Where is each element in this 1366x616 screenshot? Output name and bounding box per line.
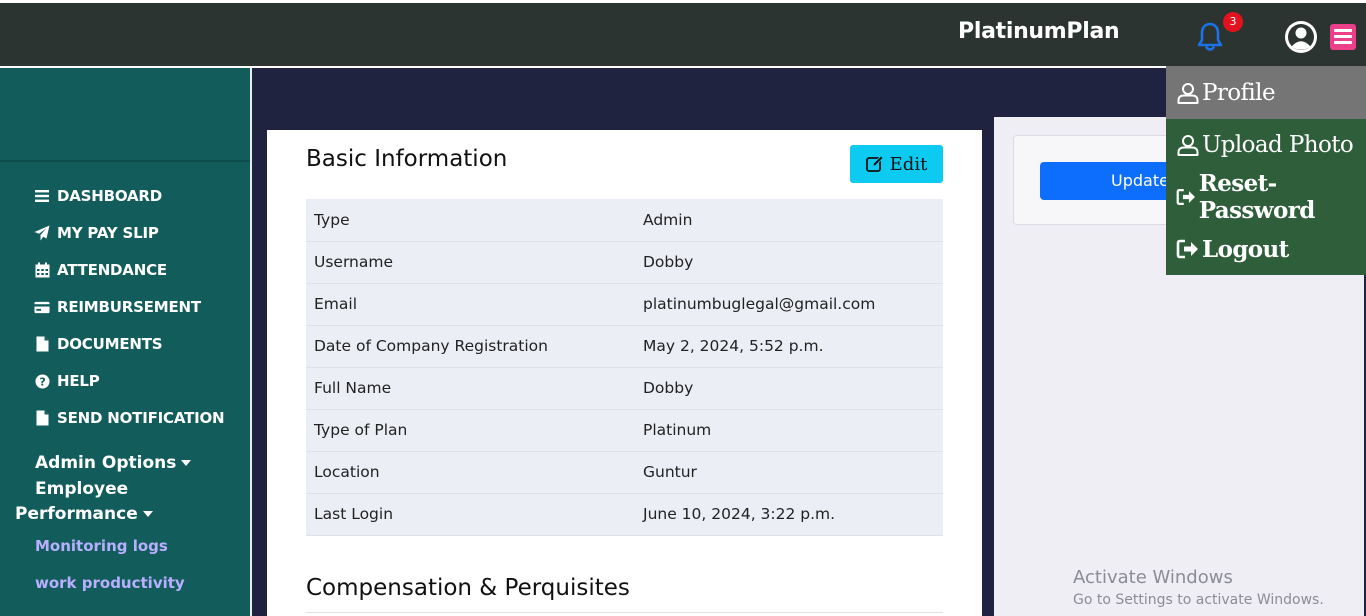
row-value: Guntur [625, 451, 943, 494]
watermark-title: Activate Windows [1073, 567, 1233, 588]
row-label: Email [306, 283, 625, 326]
row-value: May 2, 2024, 5:52 p.m. [625, 325, 943, 368]
row-value: Platinum [625, 409, 943, 452]
compensation-title: Compensation & Perquisites [306, 575, 630, 601]
sign-out-icon [1176, 239, 1198, 259]
row-value: Admin [625, 199, 943, 242]
table-row: Date of Company Registration May 2, 2024,… [306, 325, 943, 368]
file-icon [34, 336, 50, 352]
sidebar-item-label: SEND NOTIFICATION [57, 409, 225, 427]
sidebar: DASHBOARD MY PAY SLIP ATTENDANCE REIMBUR… [0, 68, 252, 616]
sidebar-item-attendance[interactable]: ATTENDANCE [34, 259, 167, 281]
table-row: Type Admin [306, 199, 943, 242]
caret-down-icon [142, 511, 153, 517]
sidebar-item-label: ATTENDANCE [57, 261, 167, 279]
credit-card-icon [34, 299, 50, 315]
menu-bar [1334, 41, 1352, 44]
sidebar-item-dashboard[interactable]: DASHBOARD [34, 185, 162, 207]
employee-performance-label-line1[interactable]: Employee [35, 479, 128, 499]
menu-item-label: Logout [1202, 235, 1289, 263]
sidebar-item-documents[interactable]: DOCUMENTS [34, 333, 163, 355]
menu-item-upload-photo[interactable]: Upload Photo [1166, 119, 1366, 171]
menu-item-logout[interactable]: Logout [1166, 223, 1366, 275]
sidebar-item-label: DOCUMENTS [57, 335, 163, 353]
row-label: Full Name [306, 367, 625, 410]
edit-button[interactable]: Edit [850, 145, 943, 183]
calendar-icon [34, 262, 50, 278]
brand-title[interactable]: PlatinumPlan [958, 19, 1120, 44]
top-navbar: PlatinumPlan 3 [0, 0, 1366, 68]
row-label: Date of Company Registration [306, 325, 625, 368]
menu-bar [1334, 35, 1352, 38]
watermark-subtitle: Go to Settings to activate Windows. [1073, 592, 1324, 608]
table-row: Email platinumbuglegal@gmail.com [306, 283, 943, 326]
hamburger-menu-button[interactable] [1330, 24, 1356, 50]
menu-item-label: Profile [1202, 79, 1276, 106]
admin-options-toggle[interactable]: Admin Options [35, 453, 192, 473]
caret-down-icon [181, 460, 192, 466]
svg-text:?: ? [39, 375, 45, 388]
row-label: Username [306, 241, 625, 284]
row-value: platinumbuglegal@gmail.com [625, 283, 943, 326]
table-row: Type of Plan Platinum [306, 409, 943, 452]
divider [306, 612, 943, 613]
sidebar-item-label: DASHBOARD [57, 187, 163, 205]
table-row: Last Login June 10, 2024, 3:22 p.m. [306, 493, 943, 536]
edit-button-label: Edit [889, 153, 928, 175]
menu-bar [1334, 29, 1352, 32]
file-icon [34, 410, 50, 426]
sidebar-link-work-productivity[interactable]: work productivity [35, 574, 185, 592]
sidebar-item-label: HELP [57, 372, 100, 390]
sidebar-item-reimbursement[interactable]: REIMBURSEMENT [34, 296, 201, 318]
sidebar-item-help[interactable]: ? HELP [34, 370, 100, 392]
menu-item-label: Upload Photo [1202, 132, 1354, 158]
sidebar-link-monitoring-logs[interactable]: Monitoring logs [35, 537, 168, 555]
row-label: Type [306, 199, 625, 242]
sidebar-item-label: MY PAY SLIP [57, 224, 159, 242]
employee-performance-toggle[interactable]: Performance [15, 504, 153, 524]
user-outline-icon [1177, 135, 1199, 156]
table-row: Full Name Dobby [306, 367, 943, 410]
user-outline-icon [1177, 82, 1199, 104]
menu-item-profile[interactable]: Profile [1166, 66, 1366, 119]
activate-windows-watermark: Activate Windows Go to Settings to activ… [1073, 567, 1324, 608]
bars-icon [34, 188, 50, 204]
sidebar-item-my-pay-slip[interactable]: MY PAY SLIP [34, 222, 159, 244]
sign-out-icon [1176, 188, 1195, 206]
row-label: Type of Plan [306, 409, 625, 452]
sidebar-item-label: REIMBURSEMENT [57, 298, 201, 316]
question-circle-icon: ? [34, 373, 50, 389]
sidebar-item-send-notification[interactable]: SEND NOTIFICATION [34, 407, 225, 429]
bell-icon[interactable] [1196, 21, 1224, 53]
paper-plane-icon [34, 225, 50, 241]
row-label: Last Login [306, 493, 625, 536]
row-label: Location [306, 451, 625, 494]
row-value: June 10, 2024, 3:22 p.m. [625, 493, 943, 536]
basic-information-title: Basic Information [306, 146, 508, 172]
user-avatar-icon[interactable] [1284, 20, 1318, 54]
sidebar-divider [0, 160, 250, 162]
row-value: Dobby [625, 367, 943, 410]
admin-options-label: Admin Options [35, 453, 177, 473]
employee-performance-label-line2: Performance [15, 504, 138, 524]
notification-badge: 3 [1223, 12, 1243, 32]
menu-item-label: Reset-Password [1198, 170, 1316, 224]
table-row: Location Guntur [306, 451, 943, 494]
edit-icon [865, 155, 884, 172]
table-row: Username Dobby [306, 241, 943, 284]
basic-information-table: Type Admin Username Dobby Email platinumbug… [306, 199, 943, 536]
basic-information-card: Basic Information Edit Type Admin Usernam… [267, 130, 982, 616]
menu-item-reset-password[interactable]: Reset-Password [1166, 170, 1366, 224]
row-value: Dobby [625, 241, 943, 284]
profile-dropdown-menu: Profile Upload Photo Reset-Password Logo… [1166, 66, 1366, 275]
